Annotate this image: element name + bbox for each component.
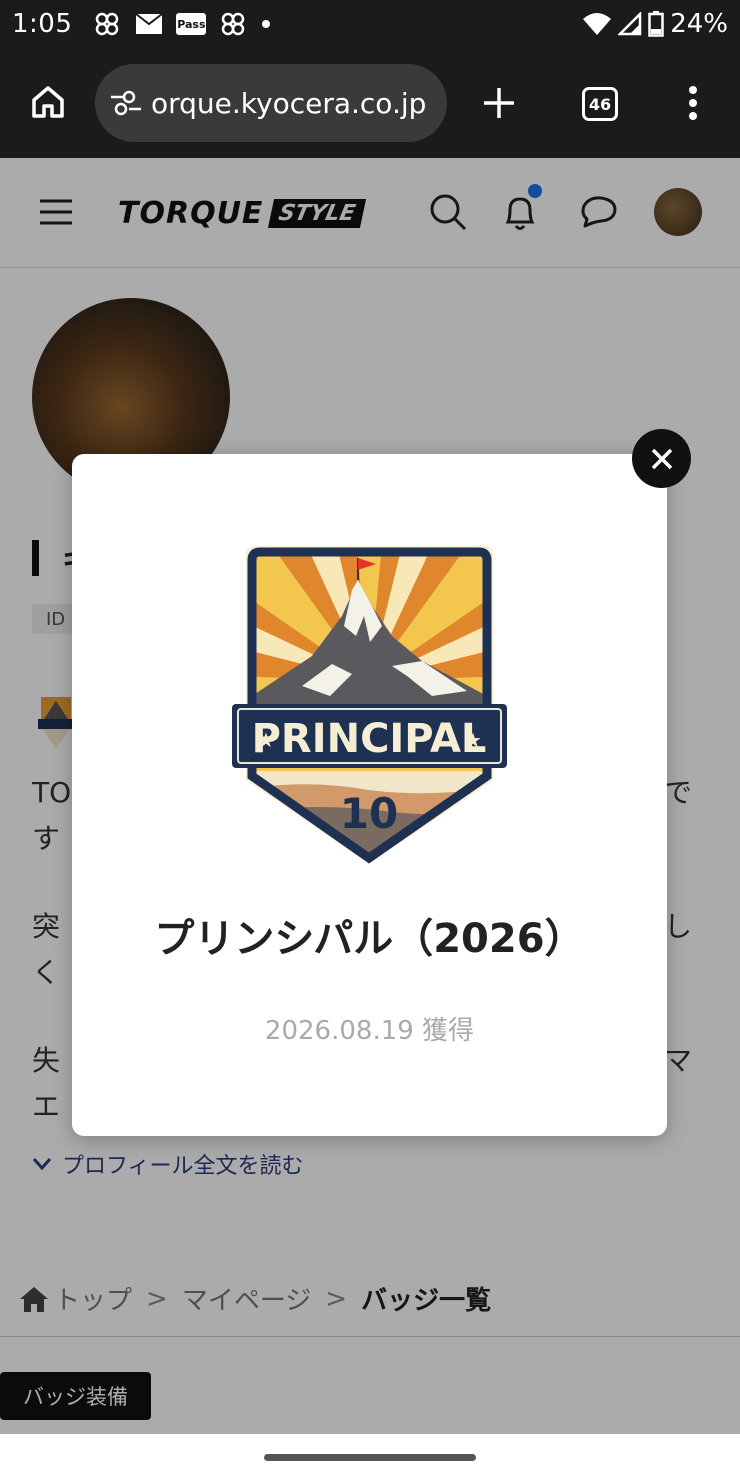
browser-toolbar: orque.kyocera.co.jp 46: [0, 48, 740, 158]
battery-percent: 24%: [670, 9, 728, 39]
pinwheel-icon: [218, 11, 248, 37]
more-notifications-dot: [262, 20, 271, 28]
home-button[interactable]: [28, 82, 68, 122]
browser-menu-button[interactable]: [676, 82, 710, 124]
tab-count: 46: [582, 87, 618, 121]
close-icon: [651, 448, 672, 469]
system-nav-bar: [0, 1434, 740, 1480]
plus-icon: [484, 88, 514, 118]
mail-icon: [134, 11, 164, 37]
badge-title: プリンシパル（2026）: [154, 916, 585, 962]
badge-title-text: PRINCIPAL: [252, 716, 487, 762]
status-time: 1:05: [12, 9, 73, 39]
address-bar[interactable]: orque.kyocera.co.jp: [95, 64, 447, 142]
status-bar: 1:05 Pass 24%: [0, 0, 740, 48]
more-vert-icon: [689, 86, 697, 120]
signal-icon: [618, 12, 642, 36]
badge-modal: ★ ★ PRINCIPAL 10 プリンシパル（2026） 2026.08.19…: [72, 454, 667, 1136]
pinwheel-icon: [92, 11, 122, 37]
pass-app-icon: Pass: [176, 13, 207, 35]
gesture-handle[interactable]: [264, 1454, 476, 1461]
notification-icons: Pass: [92, 11, 271, 37]
system-status: 24%: [582, 9, 728, 39]
wifi-icon: [583, 13, 612, 35]
home-icon: [32, 86, 64, 118]
url-text: orque.kyocera.co.jp: [151, 86, 427, 120]
badge-number-text: 10: [340, 789, 398, 838]
principal-badge-image: ★ ★ PRINCIPAL 10: [232, 546, 507, 864]
badge-earned-date: 2026.08.19 獲得: [264, 1016, 475, 1046]
site-settings-icon[interactable]: [109, 88, 143, 118]
close-modal-button[interactable]: [632, 429, 691, 488]
tab-switcher-button[interactable]: 46: [580, 84, 620, 124]
new-tab-button[interactable]: [478, 82, 520, 124]
battery-icon: [648, 11, 664, 37]
